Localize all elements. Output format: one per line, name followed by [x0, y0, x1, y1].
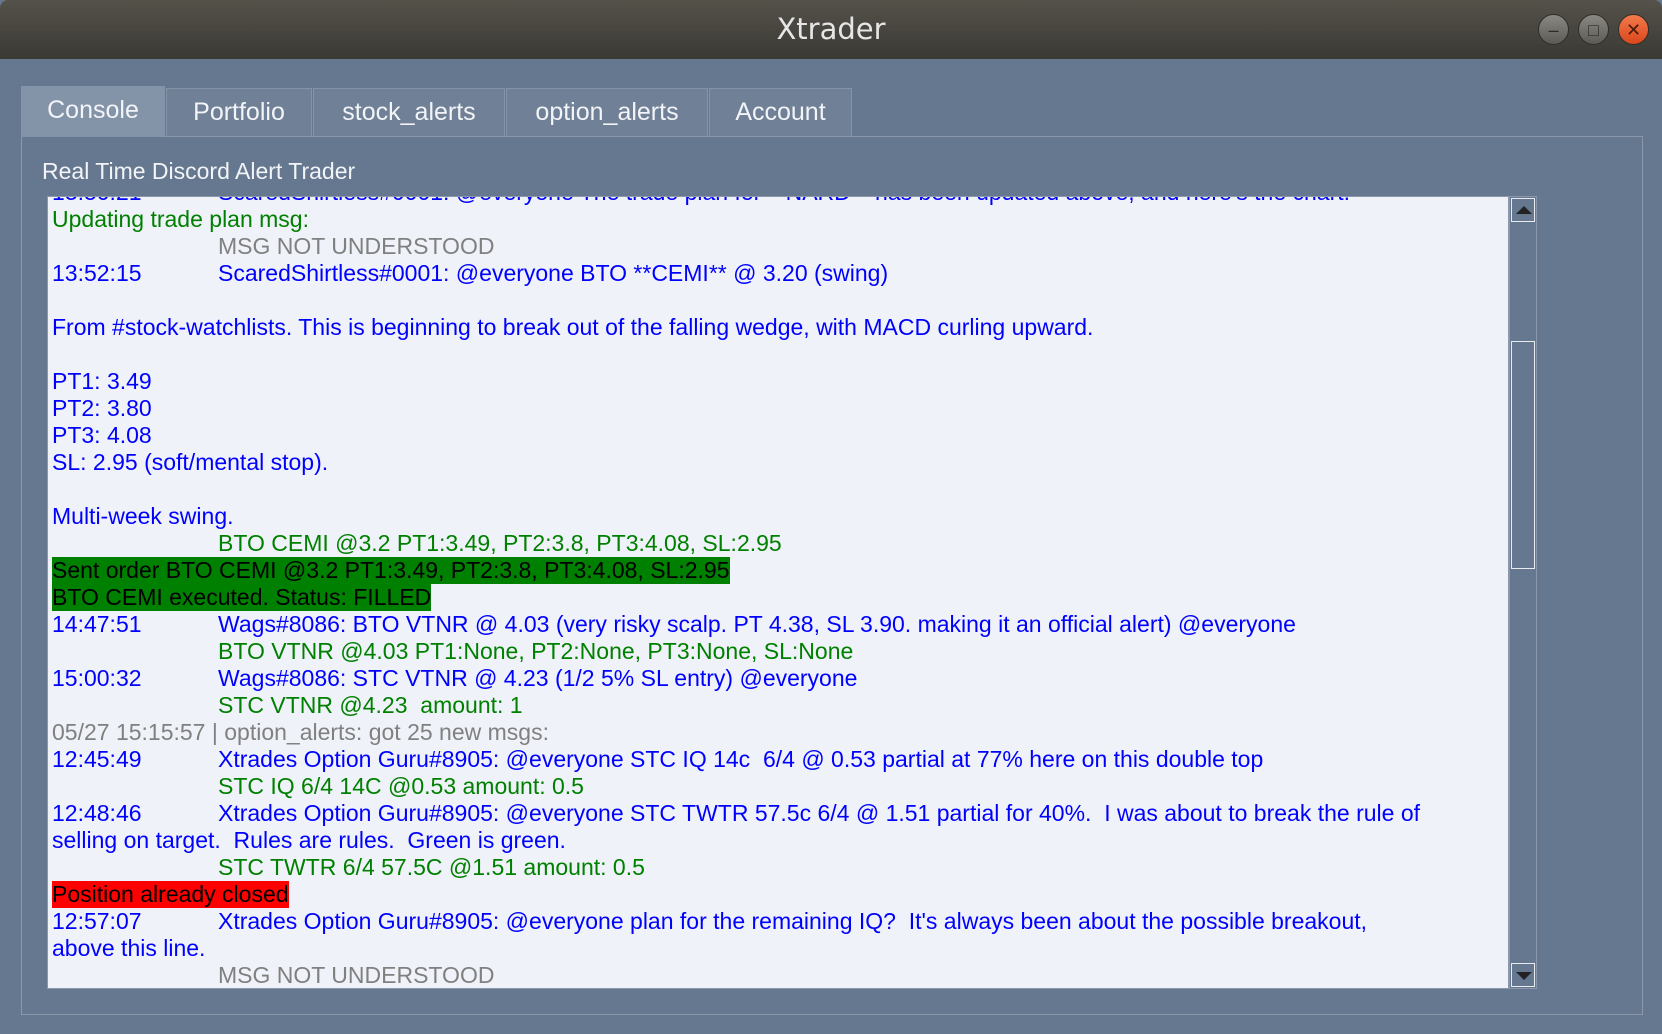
log-line: 13:52:15 ScaredShirtless#0001: @everyone …	[52, 260, 1504, 287]
log-message: 05/27 15:15:57 | option_alerts: got 25 n…	[52, 719, 549, 745]
title-bar[interactable]: Xtrader – □ ✕	[0, 0, 1662, 59]
log-line: MSG NOT UNDERSTOOD	[52, 962, 1504, 988]
close-button[interactable]: ✕	[1618, 14, 1649, 45]
log-message: selling on target. Rules are rules. Gree…	[52, 827, 566, 853]
log-line: BTO VTNR @4.03 PT1:None, PT2:None, PT3:N…	[52, 638, 1504, 665]
log-line: PT3: 4.08	[52, 422, 1504, 449]
arrow-up-icon	[1516, 206, 1532, 214]
log-line: above this line.	[52, 935, 1504, 962]
log-line: Position already closed	[52, 881, 1504, 908]
log-timestamp: 12:57:07	[52, 908, 142, 934]
scroll-thumb[interactable]	[1511, 341, 1535, 569]
log-message: STC TWTR 6/4 57.5C @1.51 amount: 0.5	[218, 854, 645, 880]
log-line: selling on target. Rules are rules. Gree…	[52, 827, 1504, 854]
tab-portfolio[interactable]: Portfolio	[166, 88, 312, 136]
log-message: Xtrades Option Guru#8905: @everyone plan…	[218, 908, 1368, 934]
log-message: Sent order BTO CEMI @3.2 PT1:3.49, PT2:3…	[52, 557, 730, 584]
tab-console[interactable]: Console	[21, 86, 165, 137]
close-icon: ✕	[1625, 20, 1642, 40]
tab-option-alerts[interactable]: option_alerts	[506, 88, 708, 136]
tab-stock-alerts[interactable]: stock_alerts	[313, 88, 505, 136]
log-message: MSG NOT UNDERSTOOD	[218, 962, 495, 988]
log-line: SL: 2.95 (soft/mental stop).	[52, 449, 1504, 476]
maximize-icon: □	[1588, 20, 1599, 40]
scroll-up-button[interactable]	[1511, 198, 1535, 222]
log-message: STC VTNR @4.23 amount: 1	[218, 692, 523, 718]
log-line: STC VTNR @4.23 amount: 1	[52, 692, 1504, 719]
log-message: PT1: 3.49	[52, 368, 152, 394]
arrow-down-icon	[1516, 972, 1532, 980]
minimize-button[interactable]: –	[1538, 14, 1569, 45]
log-message: BTO CEMI executed. Status: FILLED	[52, 584, 432, 611]
log-timestamp: 14:47:51	[52, 611, 142, 637]
log-line: 15:00:32 Wags#8086: STC VTNR @ 4.23 (1/2 …	[52, 665, 1504, 692]
scroll-down-button[interactable]	[1511, 963, 1535, 987]
log-line: STC IQ 6/4 14C @0.53 amount: 0.5	[52, 773, 1504, 800]
log-timestamp: 13:50:21	[52, 197, 142, 206]
maximize-button[interactable]: □	[1578, 14, 1609, 45]
log-message: BTO CEMI @3.2 PT1:3.49, PT2:3.8, PT3:4.0…	[218, 530, 782, 556]
log-line: STC TWTR 6/4 57.5C @1.51 amount: 0.5	[52, 854, 1504, 881]
log-message: Wags#8086: BTO VTNR @ 4.03 (very risky s…	[218, 611, 1296, 637]
log-message: BTO VTNR @4.03 PT1:None, PT2:None, PT3:N…	[218, 638, 854, 664]
console-label: Real Time Discord Alert Trader	[42, 158, 356, 184]
log-timestamp: 12:45:49	[52, 746, 142, 772]
log-line: 12:48:46 Xtrades Option Guru#8905: @every…	[52, 800, 1504, 827]
log-message: From #stock-watchlists. This is beginnin…	[52, 314, 1094, 340]
log-message: ScaredShirtless#0001: @everyone BTO **CE…	[218, 260, 889, 286]
log-line: Multi-week swing.	[52, 503, 1504, 530]
log-timestamp: 13:52:15	[52, 260, 142, 286]
log-timestamp: 12:48:46	[52, 800, 142, 826]
log-line: Sent order BTO CEMI @3.2 PT1:3.49, PT2:3…	[52, 557, 1504, 584]
log-message: Wags#8086: STC VTNR @ 4.23 (1/2 5% SL en…	[218, 665, 858, 691]
minimize-icon: –	[1548, 20, 1559, 40]
log-message: Multi-week swing.	[52, 503, 234, 529]
log-message: Updating trade plan msg:	[52, 206, 309, 232]
log-line: From #stock-watchlists. This is beginnin…	[52, 314, 1504, 341]
log-message: above this line.	[52, 935, 206, 961]
log-line: PT2: 3.80	[52, 395, 1504, 422]
log-message: SL: 2.95 (soft/mental stop).	[52, 449, 329, 475]
log-message: Position already closed	[52, 881, 289, 908]
log-message: Xtrades Option Guru#8905: @everyone STC …	[218, 800, 1420, 826]
log-line: PT1: 3.49	[52, 368, 1504, 395]
log-line: Updating trade plan msg:	[52, 206, 1504, 233]
window-title: Xtrader	[776, 12, 886, 46]
vertical-scrollbar[interactable]	[1509, 196, 1537, 989]
log-line: 14:47:51 Wags#8086: BTO VTNR @ 4.03 (very…	[52, 611, 1504, 638]
log-message: Xtrades Option Guru#8905: @everyone STC …	[218, 746, 1264, 772]
log-message: STC IQ 6/4 14C @0.53 amount: 0.5	[218, 773, 584, 799]
log-message: PT3: 4.08	[52, 422, 152, 448]
tab-account[interactable]: Account	[709, 88, 852, 136]
log-line: 05/27 15:15:57 | option_alerts: got 25 n…	[52, 719, 1504, 746]
log-message: ScaredShirtless#0001: @everyone The trad…	[218, 197, 1350, 206]
console-log[interactable]: 13:50:21 ScaredShirtless#0001: @everyone …	[47, 196, 1509, 989]
log-line: MSG NOT UNDERSTOOD	[52, 233, 1504, 260]
log-line: 12:57:07 Xtrades Option Guru#8905: @every…	[52, 908, 1504, 935]
log-line: 13:50:21 ScaredShirtless#0001: @everyone …	[52, 197, 1504, 206]
log-message: PT2: 3.80	[52, 395, 152, 421]
log-timestamp: 15:00:32	[52, 665, 142, 691]
log-line: BTO CEMI @3.2 PT1:3.49, PT2:3.8, PT3:4.0…	[52, 530, 1504, 557]
log-message: MSG NOT UNDERSTOOD	[218, 233, 495, 259]
log-line: BTO CEMI executed. Status: FILLED	[52, 584, 1504, 611]
log-line: 12:45:49 Xtrades Option Guru#8905: @every…	[52, 746, 1504, 773]
